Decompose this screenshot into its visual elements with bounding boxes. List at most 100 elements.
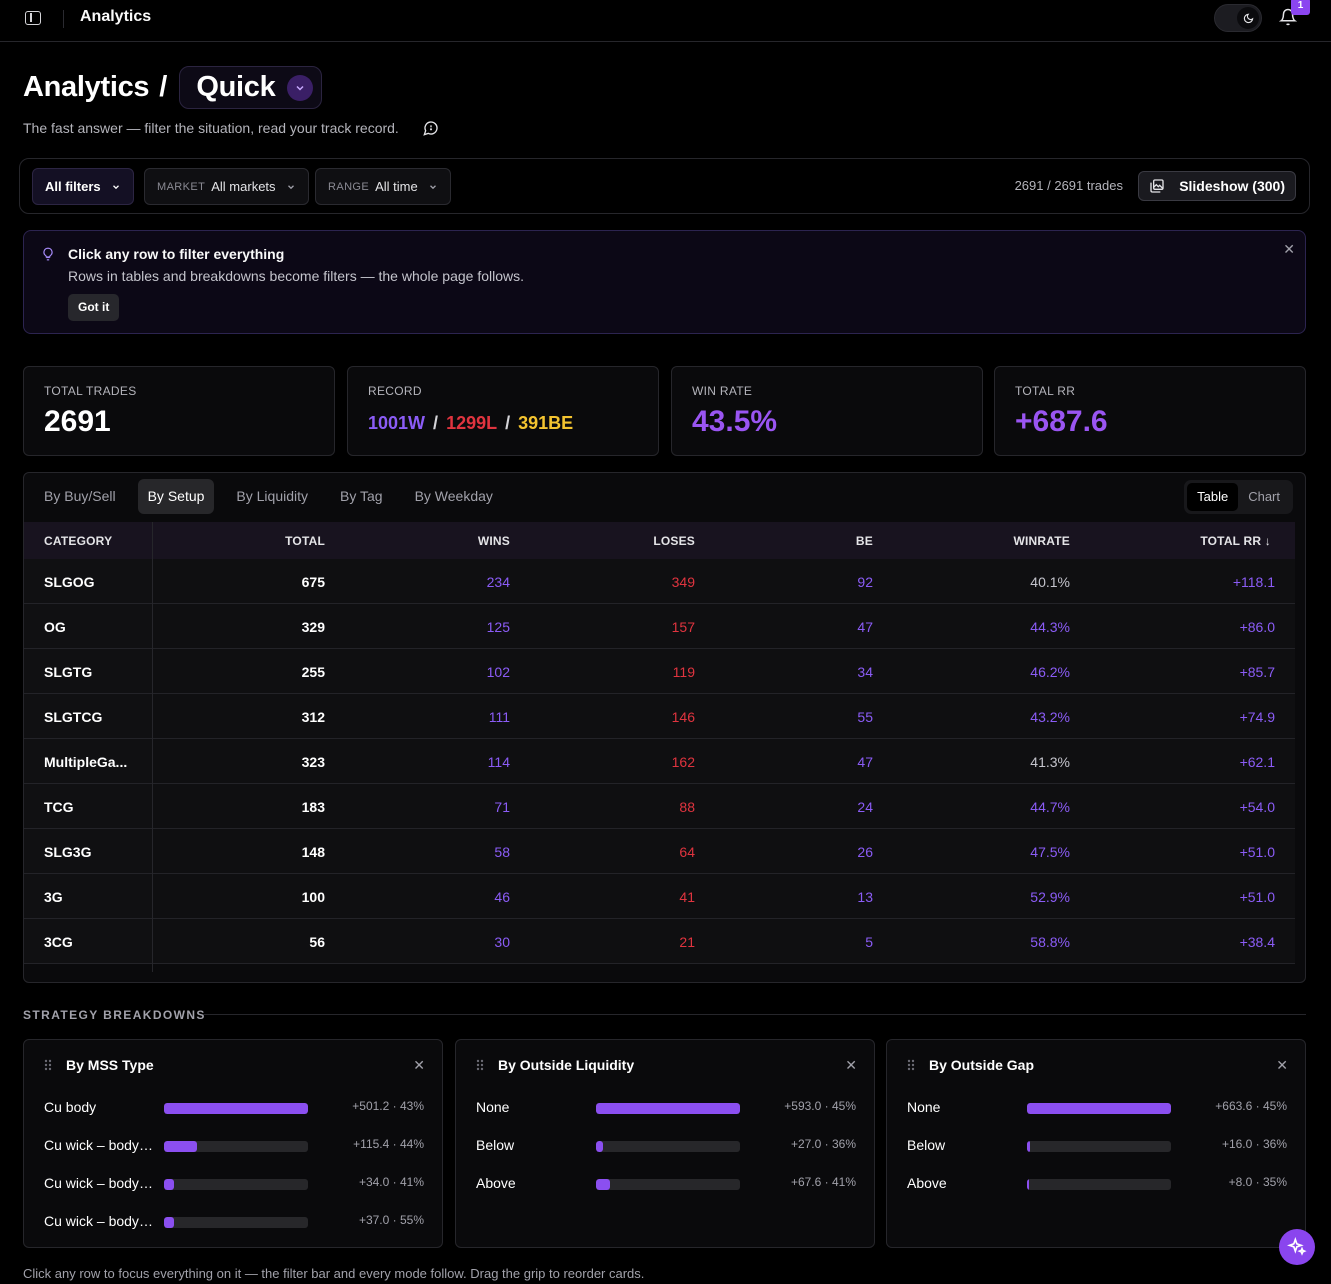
tab-weekday[interactable]: By Weekday [405,479,503,514]
breakdown-bar-fill [164,1103,308,1114]
close-icon[interactable]: ✕ [413,1057,425,1074]
all-filters-button[interactable]: All filters [32,168,134,205]
breakdown-table-card: By Buy/Sell By Setup By Liquidity By Tag… [23,472,1306,983]
cell-be: 47 [857,619,873,635]
header-winrate[interactable]: WINRATE [1013,534,1070,548]
breakdown-row[interactable]: Cu body +501.2 · 43% [44,1098,424,1118]
drag-grip-icon[interactable] [44,1059,52,1071]
cell-total-rr: +51.0 [1239,844,1275,860]
slideshow-button[interactable]: Slideshow (300) [1138,171,1296,201]
table-row[interactable]: SLGOG 675 234 349 92 40.1% +118.1 [24,559,1295,604]
table-row[interactable]: TCG 183 71 88 24 44.7% +54.0 [24,784,1295,829]
header-loses[interactable]: LOSES [653,534,695,548]
view-toggle: Table Chart [1184,480,1293,514]
breakdown-row[interactable]: Cu wick – body ... +34.0 · 41% [44,1174,424,1194]
ai-assistant-button[interactable] [1279,1229,1315,1265]
page-title-separator: / [159,71,168,103]
table-row[interactable]: 3G 100 46 41 13 52.9% +51.0 [24,874,1295,919]
cell-be: 5 [865,934,873,950]
kpi-value: +687.6 [1015,405,1108,438]
close-icon[interactable]: ✕ [845,1057,857,1074]
breakdown-row-value: +27.0 · 36% [790,1137,856,1151]
breakdown-bar-fill [1027,1141,1031,1152]
breakdown-bar-track [164,1141,308,1152]
images-icon [1150,179,1164,193]
breakdown-row[interactable]: Cu wick – body ... +115.4 · 44% [44,1136,424,1156]
cell-be: 24 [857,799,873,815]
cell-category: SLGTCG [44,709,103,725]
breakdown-bar-fill [164,1141,198,1152]
breakdown-row-value: +593.0 · 45% [784,1099,856,1113]
view-chart-button[interactable]: Chart [1238,483,1290,511]
record-separator: / [433,413,439,433]
cell-loses: 88 [679,799,695,815]
close-icon[interactable]: ✕ [1283,241,1295,258]
range-filter-button[interactable]: RANGE All time [315,168,451,205]
close-icon[interactable]: ✕ [1276,1057,1288,1074]
record-value: 1001W / 1299L / 391BE [368,413,573,434]
table-row[interactable]: SLGTG 255 102 119 34 46.2% +85.7 [24,649,1295,694]
breakdown-row[interactable]: Below +16.0 · 36% [907,1136,1287,1156]
header-category[interactable]: CATEGORY [44,534,112,548]
header-wins[interactable]: WINS [478,534,510,548]
cell-category: SLGTG [44,664,93,680]
breakdown-row-value: +115.4 · 44% [353,1137,424,1151]
theme-toggle[interactable] [1214,4,1262,32]
table-row[interactable]: 3CG 56 30 21 5 58.8% +38.4 [24,919,1295,964]
breakdown-bar-track [164,1103,308,1114]
tab-liquidity[interactable]: By Liquidity [226,479,318,514]
breakdown-row-label: Below [476,1137,515,1153]
drag-grip-icon[interactable] [476,1059,484,1071]
cell-winrate: 43.2% [1030,709,1070,725]
breakdown-bar-track [596,1141,740,1152]
page-subtitle: The fast answer — filter the situation, … [23,120,399,136]
cell-total: 312 [301,709,325,725]
cell-total-rr: +74.9 [1239,709,1275,725]
table-row[interactable]: OG 329 125 157 47 44.3% +86.0 [24,604,1295,649]
topbar-divider [63,10,64,28]
header-total[interactable]: TOTAL [285,534,325,548]
tab-buy-sell[interactable]: By Buy/Sell [34,479,126,514]
kpi-label: WIN RATE [692,384,753,398]
breakdown-row[interactable]: Above +8.0 · 35% [907,1174,1287,1194]
sidebar-toggle-icon[interactable] [25,11,41,25]
breakdown-row-value: +16.0 · 36% [1221,1137,1287,1151]
breakdown-row-label: Above [476,1175,516,1191]
record-breakeven: 391BE [518,413,574,433]
breakdown-row-value: +67.6 · 41% [790,1175,856,1189]
drag-grip-icon[interactable] [907,1059,915,1071]
breakdown-bar-fill [1027,1103,1171,1114]
breakdown-row-value: +8.0 · 35% [1228,1175,1287,1189]
breakdown-card-title: By MSS Type [66,1057,154,1073]
table-row[interactable]: SLGTCG 312 111 146 55 43.2% +74.9 [24,694,1295,739]
table-row[interactable]: MultipleGa... 323 114 162 47 41.3% +62.1 [24,739,1295,784]
mode-select[interactable]: Quick [179,66,323,109]
category-column-divider [152,522,153,972]
footnote: Click any row to focus everything on it … [23,1266,645,1281]
market-filter-button[interactable]: MARKET All markets [144,168,309,205]
tab-setup[interactable]: By Setup [137,479,215,514]
got-it-button[interactable]: Got it [68,294,120,321]
breakdown-row-label: None [907,1099,941,1115]
breakdown-row[interactable]: Below +27.0 · 36% [476,1136,856,1156]
breakdown-row[interactable]: None +663.6 · 45% [907,1098,1287,1118]
cell-be: 34 [857,664,873,680]
header-be[interactable]: BE [856,534,873,548]
filter-bar: All filters MARKET All markets RANGE All… [19,158,1310,214]
breakdown-row[interactable]: Cu wick – body l... +37.0 · 55% [44,1212,424,1232]
tab-tag[interactable]: By Tag [330,479,393,514]
section-divider [203,1014,1306,1015]
breakdown-row-label: Below [907,1137,946,1153]
breakdown-bar-track [596,1103,740,1114]
cell-total: 323 [301,754,325,770]
chat-help-icon[interactable] [423,120,439,136]
breakdown-row[interactable]: None +593.0 · 45% [476,1098,856,1118]
breakdown-row-label: Cu body [44,1099,97,1115]
view-table-button[interactable]: Table [1187,483,1239,511]
cell-wins: 102 [486,664,510,680]
breakdown-row[interactable]: Above +67.6 · 41% [476,1174,856,1194]
cell-loses: 119 [672,664,695,680]
table-row[interactable]: SLG3G 148 58 64 26 47.5% +51.0 [24,829,1295,874]
chevron-down-icon [429,184,436,189]
header-total-rr[interactable]: TOTAL RR ↓ [1200,534,1271,548]
